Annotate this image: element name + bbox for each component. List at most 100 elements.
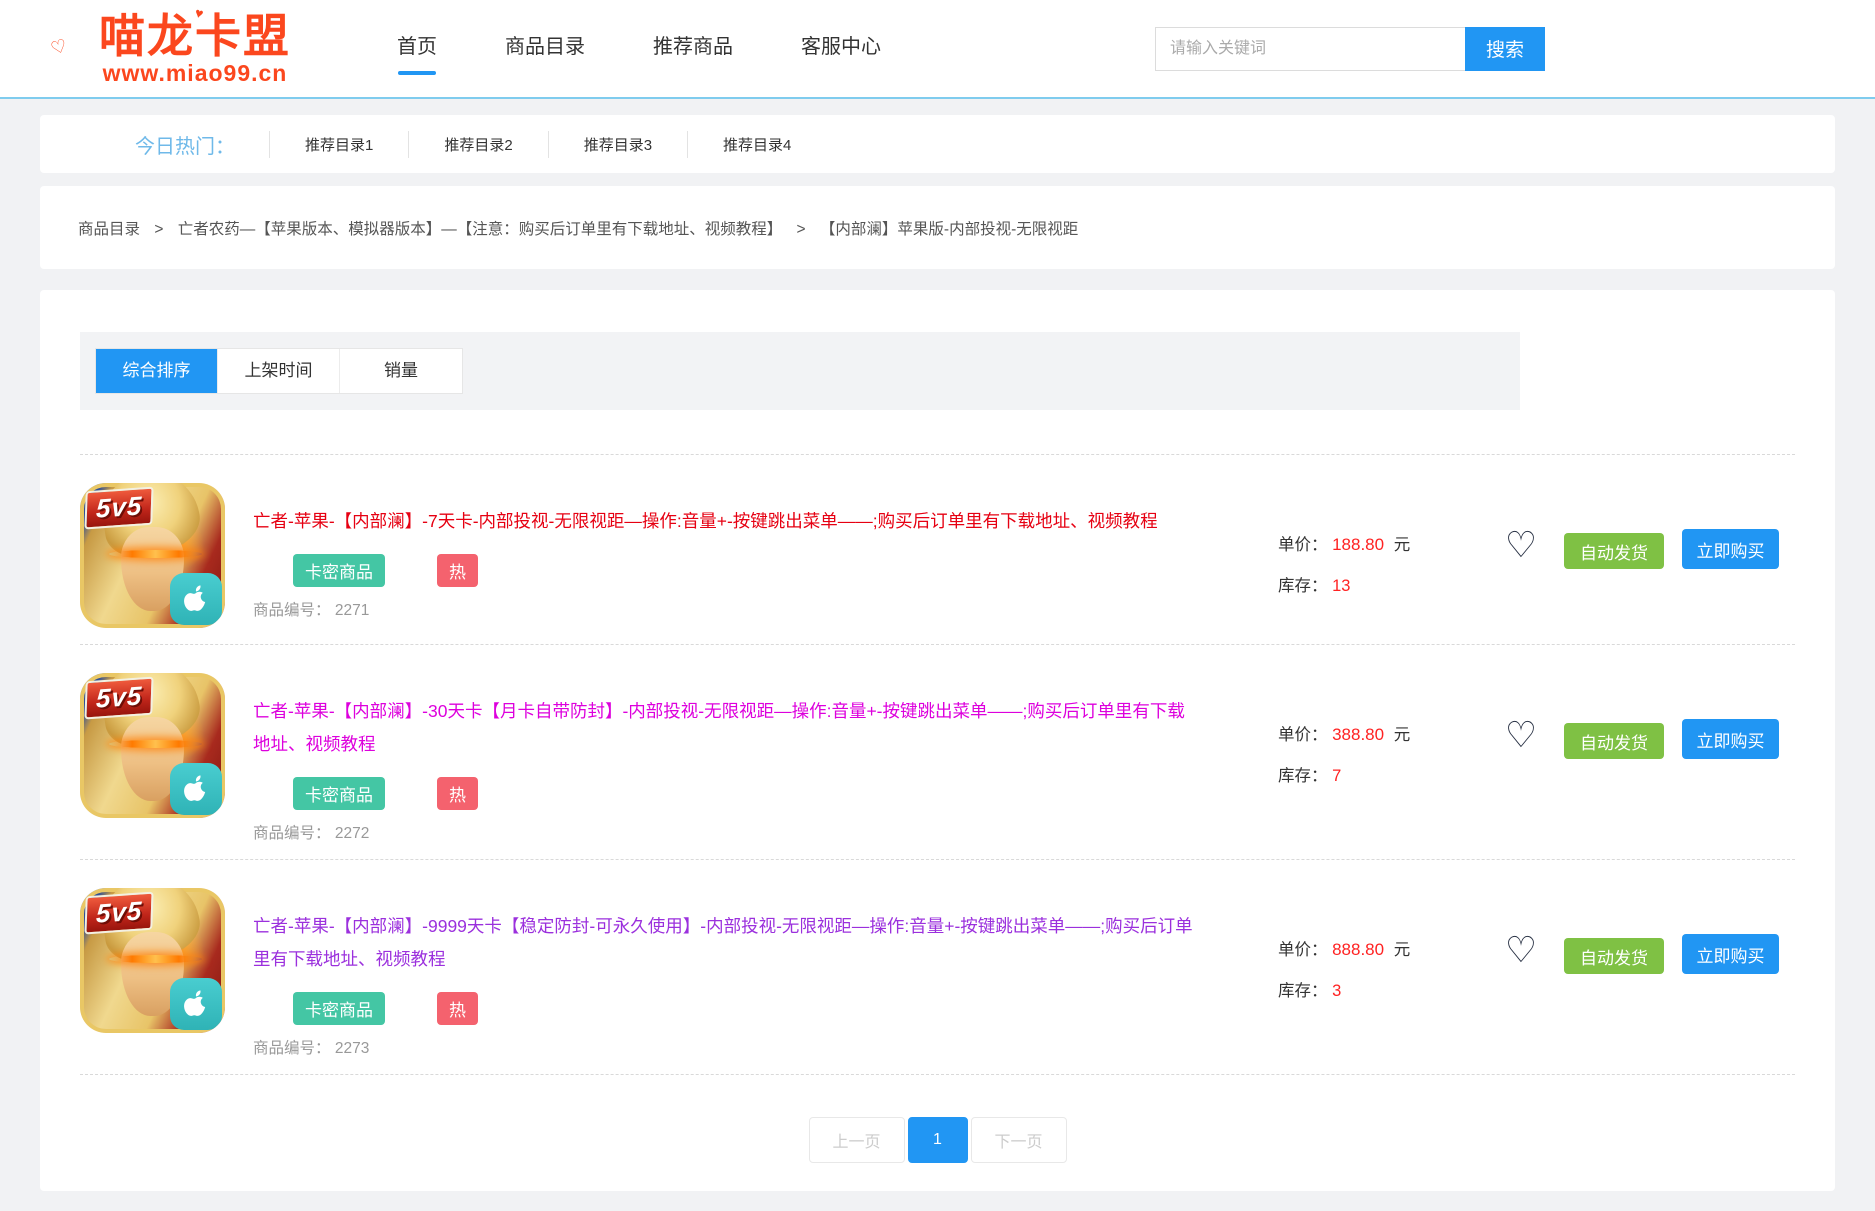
5v5-badge: 5v5 [84,677,154,720]
auto-ship-badge[interactable]: 自动发货 [1564,938,1664,974]
price-label: 单价： [1278,536,1328,554]
nav-item-recommended[interactable]: 推荐商品 [651,16,735,81]
product-info: 亡者-苹果-【内部澜】-30天卡【月卡自带防封】-内部投视-无限视距—操作:音量… [253,673,1193,843]
tag-card-product: 卡密商品 [293,777,385,810]
next-page-button[interactable]: 下一页 [971,1117,1067,1163]
game-icon[interactable]: 5v5 [80,673,225,818]
product-title[interactable]: 亡者-苹果-【内部澜】-9999天卡【稳定防封-可永久使用】-内部投视-无限视距… [253,910,1193,976]
hot-link-2[interactable]: 推荐目录2 [408,131,547,158]
sku-value: 2271 [335,602,369,619]
tab-composite-sort[interactable]: 综合排序 [96,349,218,393]
5v5-badge: 5v5 [84,892,154,935]
site-logo[interactable]: ♡ ♥ 喵龙卡盟 www.miao99.cn [45,12,345,84]
product-sku: 商品编号： 2273 [253,1036,1193,1058]
product-sku: 商品编号： 2272 [253,821,1193,843]
prev-page-button[interactable]: 上一页 [809,1117,905,1163]
product-title[interactable]: 亡者-苹果-【内部澜】-7天卡-内部投视-无限视距—操作:音量+-按键跳出菜单—… [253,505,1193,538]
tag-hot: 热 [437,992,478,1025]
favorite-heart-icon[interactable]: ♡ [1505,929,1537,970]
buy-now-button[interactable]: 立即购买 [1682,934,1779,974]
5v5-badge: 5v5 [84,487,154,530]
apple-badge-icon [170,978,222,1030]
hot-link-1[interactable]: 推荐目录1 [269,131,408,158]
hot-link-3[interactable]: 推荐目录3 [548,131,687,158]
pagination: 上一页 1 下一页 [80,1117,1795,1163]
search-bar: 搜索 [1155,27,1545,71]
product-row: 5v5 亡者-苹果-【内部澜】-7天卡-内部投视-无限视距—操作:音量+-按键跳… [80,454,1795,644]
product-tags: 卡密商品 热 [253,777,1193,810]
nav-item-home[interactable]: 首页 [395,16,439,81]
page-1-button[interactable]: 1 [908,1117,968,1163]
favorite-column: ♡ [1490,527,1552,563]
sort-tab-group: 综合排序 上架时间 销量 [95,348,463,394]
breadcrumb-separator: > [797,221,806,238]
hot-bar: 今日热门： 推荐目录1 推荐目录2 推荐目录3 推荐目录4 [40,115,1835,173]
product-row: 5v5 亡者-苹果-【内部澜】-30天卡【月卡自带防封】-内部投视-无限视距—操… [80,644,1795,859]
product-title[interactable]: 亡者-苹果-【内部澜】-30天卡【月卡自带防封】-内部投视-无限视距—操作:音量… [253,695,1193,761]
sku-value: 2272 [335,825,369,842]
site-header: ♡ ♥ 喵龙卡盟 www.miao99.cn 首页 商品目录 推荐商品 客服中心… [0,0,1875,99]
product-sku: 商品编号： 2271 [253,598,1193,620]
breadcrumb-card: 商品目录 > 亡者农药—【苹果版本、模拟器版本】—【注意：购买后订单里有下载地址… [40,186,1835,269]
price-value: 188.80 [1332,535,1384,554]
price-label: 单价： [1278,941,1328,959]
stock-value: 7 [1332,767,1341,785]
search-input[interactable] [1155,27,1465,71]
sku-label: 商品编号： [253,825,331,842]
hot-bar-title: 今日热门： [135,130,235,159]
favorite-column: ♡ [1490,932,1552,968]
nav-item-support[interactable]: 客服中心 [799,16,883,81]
breadcrumb: 商品目录 > 亡者农药—【苹果版本、模拟器版本】—【注意：购买后订单里有下载地址… [78,217,1078,239]
product-row: 5v5 亡者-苹果-【内部澜】-9999天卡【稳定防封-可永久使用】-内部投视-… [80,859,1795,1075]
logo-url: www.miao99.cn [45,61,345,85]
favorite-column: ♡ [1490,717,1552,753]
favorite-heart-icon[interactable]: ♡ [1505,524,1537,565]
currency-label: 元 [1394,941,1411,959]
search-button[interactable]: 搜索 [1465,27,1545,71]
product-list-card: 综合排序 上架时间 销量 5v5 亡者-苹果-【内部澜】-7天卡-内部投视-无限… [40,290,1835,1191]
breadcrumb-separator: > [154,221,163,238]
auto-ship-badge[interactable]: 自动发货 [1564,723,1664,759]
currency-label: 元 [1394,536,1411,554]
tag-hot: 热 [437,777,478,810]
price-value: 888.80 [1332,940,1384,959]
stock-label: 库存： [1278,577,1328,595]
price-column: 单价： 888.80 元 库存： 3 [1278,888,1490,1018]
price-label: 单价： [1278,726,1328,744]
hot-link-4[interactable]: 推荐目录4 [687,131,826,158]
breadcrumb-category[interactable]: 亡者农药—【苹果版本、模拟器版本】—【注意：购买后订单里有下载地址、视频教程】 [178,221,783,238]
product-tags: 卡密商品 热 [253,992,1193,1025]
sku-value: 2273 [335,1040,369,1057]
tab-sales[interactable]: 销量 [340,349,462,393]
stock-value: 3 [1332,982,1341,1000]
stock-label: 库存： [1278,982,1328,1000]
favorite-heart-icon[interactable]: ♡ [1505,714,1537,755]
tab-listing-time[interactable]: 上架时间 [218,349,340,393]
nav-item-catalog[interactable]: 商品目录 [503,16,587,81]
auto-ship-badge[interactable]: 自动发货 [1564,533,1664,569]
apple-badge-icon [170,763,222,815]
tag-card-product: 卡密商品 [293,992,385,1025]
sku-label: 商品编号： [253,1040,331,1057]
stock-value: 13 [1332,577,1350,595]
sku-label: 商品编号： [253,602,331,619]
game-icon[interactable]: 5v5 [80,888,225,1033]
sort-bar: 综合排序 上架时间 销量 [80,332,1520,410]
price-column: 单价： 188.80 元 库存： 13 [1278,483,1490,613]
price-column: 单价： 388.80 元 库存： 7 [1278,673,1490,803]
main-nav: 首页 商品目录 推荐商品 客服中心 [395,16,883,81]
breadcrumb-current: 【内部澜】苹果版-内部投视-无限视距 [820,221,1078,238]
breadcrumb-catalog[interactable]: 商品目录 [78,221,140,238]
product-tags: 卡密商品 热 [253,554,1193,587]
tag-hot: 热 [437,554,478,587]
apple-badge-icon [170,573,222,625]
buy-now-button[interactable]: 立即购买 [1682,529,1779,569]
buy-now-button[interactable]: 立即购买 [1682,719,1779,759]
product-list: 5v5 亡者-苹果-【内部澜】-7天卡-内部投视-无限视距—操作:音量+-按键跳… [80,454,1795,1075]
currency-label: 元 [1394,726,1411,744]
product-info: 亡者-苹果-【内部澜】-7天卡-内部投视-无限视距—操作:音量+-按键跳出菜单—… [253,483,1193,620]
tag-card-product: 卡密商品 [293,554,385,587]
stock-label: 库存： [1278,767,1328,785]
product-info: 亡者-苹果-【内部澜】-9999天卡【稳定防封-可永久使用】-内部投视-无限视距… [253,888,1193,1058]
game-icon[interactable]: 5v5 [80,483,225,628]
